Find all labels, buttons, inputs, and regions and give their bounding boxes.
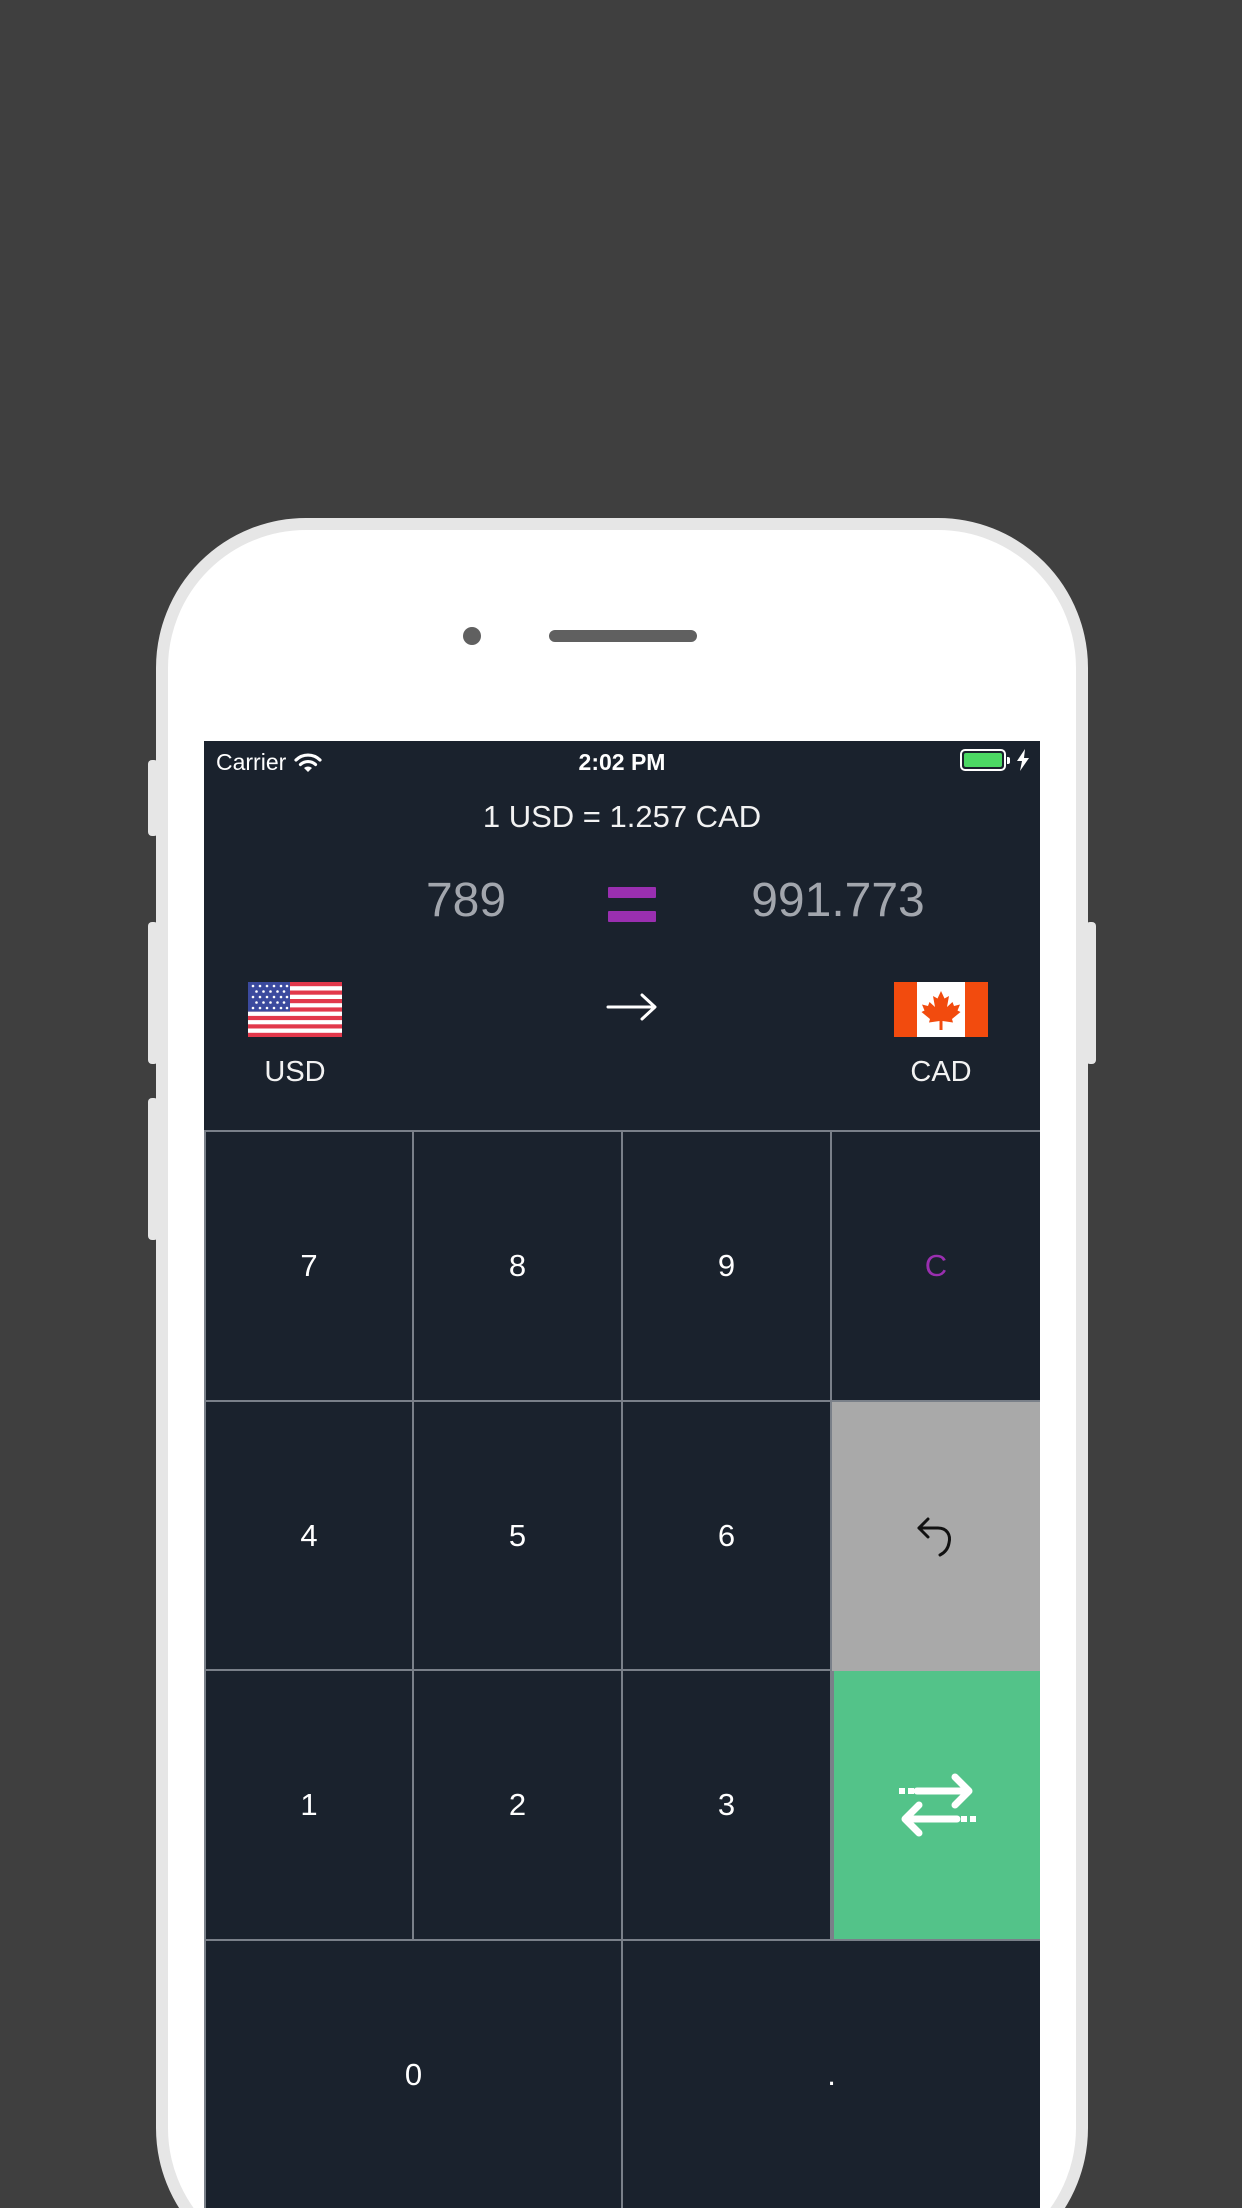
canada-flag-icon[interactable] xyxy=(894,982,988,1037)
volume-down-button xyxy=(148,1098,158,1240)
key-9[interactable]: 9 xyxy=(623,1132,832,1402)
key-8-label: 8 xyxy=(508,1248,527,1283)
silent-switch xyxy=(148,760,158,836)
bolt-icon xyxy=(1017,749,1029,771)
keypad: 7 8 9 C 4 5 6 1 2 3 0 . xyxy=(204,1130,1040,2208)
undo-arrow-icon xyxy=(917,1517,951,1556)
volume-up-button xyxy=(148,922,158,1064)
swap-currencies-button[interactable] xyxy=(832,1671,1040,1941)
battery-icon xyxy=(960,749,1010,771)
decimal-point-button[interactable]: . xyxy=(623,1941,1040,2208)
key-6[interactable]: 6 xyxy=(623,1402,832,1671)
key-7[interactable]: 7 xyxy=(204,1132,414,1402)
arrow-right-icon xyxy=(606,993,657,1021)
from-currency-code[interactable]: USD xyxy=(225,1056,365,1089)
battery-indicator xyxy=(960,749,1030,771)
equals-icon xyxy=(608,885,656,925)
from-amount: 789 xyxy=(425,874,507,927)
key-8[interactable]: 8 xyxy=(414,1132,623,1402)
backspace-button[interactable] xyxy=(832,1402,1040,1671)
power-button xyxy=(1086,922,1096,1064)
front-camera xyxy=(463,627,481,645)
key-0[interactable]: 0 xyxy=(204,1941,623,2208)
us-flag-icon[interactable] xyxy=(248,982,342,1037)
stage: Carrier 2:02 PM 1 USD = 1.257 CAD 789 99… xyxy=(0,0,1242,2208)
key-5-label: 5 xyxy=(508,1517,527,1553)
key-4[interactable]: 4 xyxy=(204,1402,414,1671)
key-3-label: 3 xyxy=(717,1787,736,1822)
key-0-label: 0 xyxy=(404,2056,423,2092)
key-7-label: 7 xyxy=(300,1248,318,1283)
key-2[interactable]: 2 xyxy=(414,1671,623,1941)
clear-button-label: C xyxy=(924,1248,948,1283)
to-amount: 991.773 xyxy=(751,874,925,927)
clear-button[interactable]: C xyxy=(832,1132,1040,1402)
to-currency-code[interactable]: CAD xyxy=(871,1056,1011,1089)
decimal-point-label: . xyxy=(827,2056,836,2092)
key-6-label: 6 xyxy=(717,1517,736,1553)
exchange-rate-label: 1 USD = 1.257 CAD xyxy=(482,799,762,834)
key-1[interactable]: 1 xyxy=(204,1671,414,1941)
status-bar: Carrier 2:02 PM xyxy=(204,741,1040,783)
key-2-label: 2 xyxy=(508,1787,527,1822)
key-9-label: 9 xyxy=(717,1248,736,1283)
key-4-label: 4 xyxy=(300,1517,318,1553)
earpiece-speaker xyxy=(549,630,697,642)
app-screen: Carrier 2:02 PM 1 USD = 1.257 CAD 789 99… xyxy=(204,741,1040,2208)
status-time: 2:02 PM xyxy=(578,749,666,775)
swap-arrows-icon xyxy=(899,1773,976,1837)
key-5[interactable]: 5 xyxy=(414,1402,623,1671)
key-1-label: 1 xyxy=(300,1787,318,1822)
key-3[interactable]: 3 xyxy=(623,1671,832,1941)
